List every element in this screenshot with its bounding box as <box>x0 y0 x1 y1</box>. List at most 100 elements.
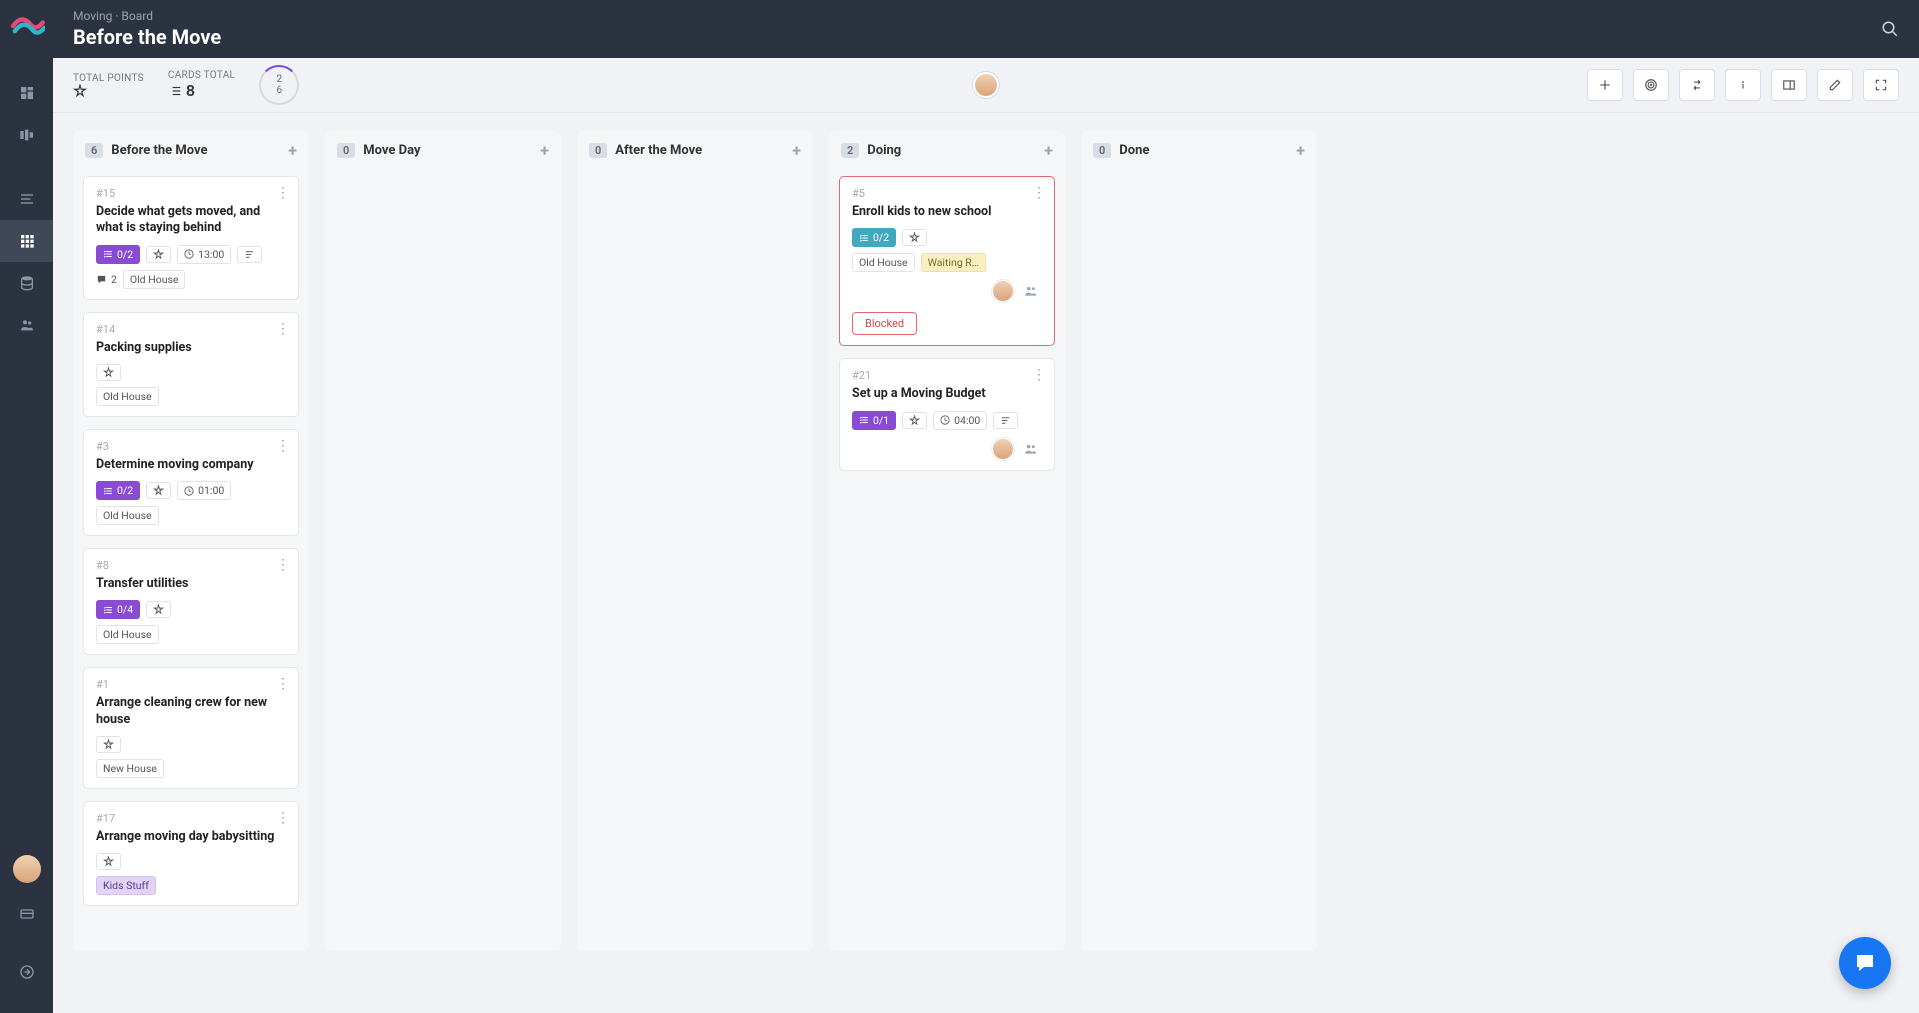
points-badge <box>902 229 927 246</box>
nav-logout[interactable] <box>0 951 53 993</box>
kanban-card[interactable]: ⋮#8Transfer utilities 0/4Old House <box>83 548 299 655</box>
column-count: 2 <box>841 143 859 158</box>
search-icon[interactable] <box>1881 20 1899 38</box>
stat-total-points: TOTAL POINTS <box>73 73 144 98</box>
kanban-card[interactable]: ⋮#17 Arrange moving day babysitting Kids S… <box>83 801 299 906</box>
chat-fab[interactable] <box>1839 937 1891 989</box>
column-add-icon[interactable]: + <box>792 141 801 160</box>
board-column: 0Move Day+ <box>325 131 561 951</box>
nav-database[interactable] <box>0 262 53 304</box>
nav-list[interactable] <box>0 178 53 220</box>
column-count: 0 <box>589 143 607 158</box>
badge-row <box>96 853 286 870</box>
card-id: #21 <box>852 369 1042 382</box>
checklist-badge: 0/2 <box>852 228 896 247</box>
column-count: 6 <box>85 143 103 158</box>
kanban-card[interactable]: ⋮#3Determine moving company 0/2 01:00Old… <box>83 429 299 536</box>
card-title: Arrange moving day babysitting <box>96 829 286 845</box>
badge-row <box>96 364 286 381</box>
card-menu-icon[interactable]: ⋮ <box>1032 185 1046 201</box>
column-header: 0 Done + <box>1081 131 1317 170</box>
card-title: Decide what gets moved, and what is stay… <box>96 204 286 237</box>
checklist-badge: 0/2 <box>96 245 140 264</box>
column-add-icon[interactable]: + <box>1044 141 1053 160</box>
kanban-card[interactable]: ⋮#21Set up a Moving Budget 0/1 04:00 <box>839 358 1055 470</box>
edit-icon[interactable] <box>1817 69 1853 101</box>
panel-icon[interactable] <box>1771 69 1807 101</box>
card-assignees <box>852 438 1042 460</box>
board-avatar[interactable] <box>973 72 999 98</box>
badge-row: Kids Stuff <box>96 876 286 895</box>
progress-ring[interactable]: 2 6 <box>259 65 299 105</box>
column-title: Before the Move <box>111 143 207 158</box>
column-header: 2 Doing + <box>829 131 1065 170</box>
points-badge <box>96 364 121 381</box>
description-badge <box>237 246 262 263</box>
kanban-card[interactable]: ⋮#15 Decide what gets moved, and what is … <box>83 176 299 300</box>
column-add-icon[interactable]: + <box>540 141 549 160</box>
swap-icon[interactable] <box>1679 69 1715 101</box>
points-badge <box>146 601 171 618</box>
nav-card[interactable] <box>0 893 53 935</box>
badge-row: 0/2 13:00 <box>96 245 286 264</box>
assignee-avatar[interactable] <box>992 438 1014 460</box>
column-header: 0 After the Move + <box>577 131 813 170</box>
card-menu-icon[interactable]: ⋮ <box>276 676 290 692</box>
column-add-icon[interactable]: + <box>288 141 297 160</box>
ring-top: 2 <box>276 74 282 85</box>
card-id: #5 <box>852 187 1042 200</box>
nav-grid[interactable] <box>0 220 53 262</box>
stat-value: 8 <box>168 81 195 100</box>
target-icon[interactable] <box>1633 69 1669 101</box>
card-id: #17 <box>96 812 286 825</box>
kanban-card[interactable]: ⋮#1Arrange cleaning crew for new houseNe… <box>83 667 299 789</box>
points-badge <box>146 482 171 499</box>
topbar: Moving · Board Before the Move <box>53 0 1919 58</box>
add-assignee-icon[interactable] <box>1020 280 1042 302</box>
card-menu-icon[interactable]: ⋮ <box>276 321 290 337</box>
card-id: #8 <box>96 559 286 572</box>
breadcrumb[interactable]: Moving · Board <box>73 9 221 23</box>
board-column: 2 Doing + ⋮#5Enroll kids to new school 0/2O… <box>829 131 1065 951</box>
badge-row: 0/1 04:00 <box>852 411 1042 430</box>
card-menu-icon[interactable]: ⋮ <box>276 810 290 826</box>
column-count: 0 <box>1093 143 1111 158</box>
app-logo[interactable] <box>9 10 45 42</box>
nav-users[interactable] <box>0 304 53 346</box>
time-badge: 13:00 <box>177 245 231 264</box>
column-title: Doing <box>867 143 901 158</box>
info-icon[interactable] <box>1725 69 1761 101</box>
nav-boards[interactable] <box>0 114 53 156</box>
card-menu-icon[interactable]: ⋮ <box>1032 367 1046 383</box>
column-title: After the Move <box>615 143 702 158</box>
points-badge <box>96 736 121 753</box>
kanban-board: 6Before the Move+⋮#15Decide what gets mo… <box>53 113 1919 1013</box>
board-toolbar <box>1587 69 1899 101</box>
assignee-avatar[interactable] <box>992 280 1014 302</box>
left-sidebar <box>0 0 53 1013</box>
card-id: #15 <box>96 187 286 200</box>
kanban-card[interactable]: ⋮#5Enroll kids to new school 0/2Old Hous… <box>839 176 1055 346</box>
ring-bottom: 6 <box>276 85 282 96</box>
add-assignee-icon[interactable] <box>1020 438 1042 460</box>
column-add-icon[interactable]: + <box>1296 141 1305 160</box>
column-title: Done <box>1119 143 1149 158</box>
nav-dashboard[interactable] <box>0 72 53 114</box>
card-menu-icon[interactable]: ⋮ <box>276 557 290 573</box>
fullscreen-icon[interactable] <box>1863 69 1899 101</box>
add-button[interactable] <box>1587 69 1623 101</box>
card-menu-icon[interactable]: ⋮ <box>276 438 290 454</box>
page-title: Before the Move <box>73 25 221 49</box>
points-badge <box>146 246 171 263</box>
user-avatar[interactable] <box>13 855 41 883</box>
tag-badge: Old House <box>96 506 159 525</box>
tag-badge: New House <box>96 759 164 778</box>
comments-badge: 2 <box>96 271 117 288</box>
stat-label: TOTAL POINTS <box>73 73 144 84</box>
card-menu-icon[interactable]: ⋮ <box>276 185 290 201</box>
kanban-card[interactable]: ⋮#14Packing suppliesOld House <box>83 312 299 417</box>
column-count: 0 <box>337 143 355 158</box>
stat-cards-total: CARDS TOTAL 8 <box>168 70 235 100</box>
badge-row: 0/2 <box>852 228 1042 247</box>
tag-badge: Old House <box>96 625 159 644</box>
